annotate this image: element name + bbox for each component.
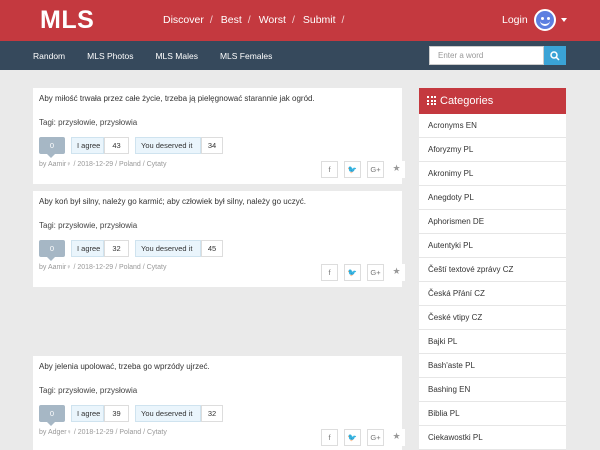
search-button[interactable] <box>544 46 566 65</box>
deserved-count: 34 <box>201 137 223 154</box>
nav-item: Best / <box>221 14 259 26</box>
quote-card: Aby jelenia upolować, trzeba go wprzódy … <box>33 356 405 450</box>
country-link[interactable]: Poland <box>119 264 141 271</box>
login-link[interactable]: Login <box>502 14 528 26</box>
top-header: MLS Discover / Best / Worst / Submit / L… <box>0 0 600 41</box>
nav-worst-link[interactable]: Worst <box>259 14 286 26</box>
category-item[interactable]: Čeští textové zprávy CZ <box>419 258 566 282</box>
nav-item: Worst / <box>259 14 303 26</box>
favorite-star-icon[interactable]: ★ <box>388 161 405 178</box>
main-nav: Discover / Best / Worst / Submit / <box>163 14 352 26</box>
nav-separator: / <box>341 14 345 26</box>
categories-title: Categories <box>440 95 494 107</box>
category-item[interactable]: Ciekawostki PL <box>419 426 566 450</box>
author-link[interactable]: by Aamir <box>39 264 66 271</box>
agree-button[interactable]: I agree <box>71 240 104 257</box>
gender-icon: ♀ <box>66 429 74 436</box>
search-input[interactable] <box>429 46 544 65</box>
nav-separator: / <box>247 14 251 26</box>
vote-count-badge[interactable]: 0 <box>39 405 65 422</box>
nav-separator: / <box>291 14 295 26</box>
twitter-share-icon[interactable]: 🐦 <box>344 264 361 281</box>
vote-count-badge[interactable]: 0 <box>39 137 65 154</box>
category-item[interactable]: Acronyms EN <box>419 114 566 138</box>
vote-count-badge[interactable]: 0 <box>39 240 65 257</box>
facebook-share-icon[interactable]: f <box>321 429 338 446</box>
agree-count: 39 <box>104 405 129 422</box>
nav-best-link[interactable]: Best <box>221 14 242 26</box>
agree-count: 43 <box>104 137 129 154</box>
agree-count: 32 <box>104 240 129 257</box>
grid-icon <box>427 96 436 105</box>
subnav-females-link[interactable]: MLS Females <box>220 51 272 61</box>
quote-text: Aby jelenia upolować, trzeba go wprzódy … <box>39 362 210 371</box>
quote-meta: by Aamir♀ / 2018-12-29 / Poland / Cytaty <box>39 264 166 271</box>
googleplus-share-icon[interactable]: G+ <box>367 429 384 446</box>
twitter-share-icon[interactable]: 🐦 <box>344 161 361 178</box>
deserved-button[interactable]: You deserved it <box>135 240 201 257</box>
author-link[interactable]: by Adger <box>39 429 67 436</box>
post-date: / 2018-12-29 / <box>73 264 118 271</box>
nav-item: Submit / <box>303 14 353 26</box>
author-link[interactable]: by Aamir <box>39 161 66 168</box>
subnav-random-link[interactable]: Random <box>33 51 65 61</box>
quote-tags[interactable]: Tagi: przysłowie, przysłowia <box>39 221 137 230</box>
quote-tags[interactable]: Tagi: przysłowie, przysłowia <box>39 118 137 127</box>
favorite-star-icon[interactable]: ★ <box>388 264 405 281</box>
subnav-males-link[interactable]: MLS Males <box>155 51 198 61</box>
category-item[interactable]: Bajki PL <box>419 330 566 354</box>
quote-tags[interactable]: Tagi: przysłowie, przysłowia <box>39 386 137 395</box>
quote-text: Aby koń był silny, należy go karmić; aby… <box>39 197 306 206</box>
vote-badge-tail <box>47 154 55 158</box>
agree-button[interactable]: I agree <box>71 137 104 154</box>
categories-header: Categories <box>419 88 566 114</box>
agree-button[interactable]: I agree <box>71 405 104 422</box>
favorite-star-icon[interactable]: ★ <box>388 429 405 446</box>
category-item[interactable]: Aphorismen DE <box>419 210 566 234</box>
category-item[interactable]: Česká Přání CZ <box>419 282 566 306</box>
country-link[interactable]: Poland <box>119 429 141 436</box>
googleplus-share-icon[interactable]: G+ <box>367 161 384 178</box>
quote-meta: by Aamir♀ / 2018-12-29 / Poland / Cytaty <box>39 161 166 168</box>
category-item[interactable]: Biblia PL <box>419 402 566 426</box>
category-link[interactable]: / Cytaty <box>143 264 167 271</box>
facebook-share-icon[interactable]: f <box>321 264 338 281</box>
post-date: / 2018-12-29 / <box>73 161 118 168</box>
category-link[interactable]: / Cytaty <box>143 161 167 168</box>
vote-badge-tail <box>47 422 55 426</box>
smiley-avatar-icon[interactable] <box>534 9 556 31</box>
category-item[interactable]: Anegdoty PL <box>419 186 566 210</box>
deserved-button[interactable]: You deserved it <box>135 137 201 154</box>
category-item[interactable]: Aforyzmy PL <box>419 138 566 162</box>
category-item[interactable]: Bashing EN <box>419 378 566 402</box>
category-link[interactable]: / Cytaty <box>143 429 167 436</box>
quote-card: Aby koń był silny, należy go karmić; aby… <box>33 191 405 287</box>
category-item[interactable]: Bash'aste PL <box>419 354 566 378</box>
vote-badge-tail <box>47 257 55 261</box>
quote-text: Aby miłość trwała przez całe życie, trze… <box>39 94 315 103</box>
deserved-button[interactable]: You deserved it <box>135 405 201 422</box>
chevron-down-icon[interactable] <box>561 18 567 22</box>
twitter-share-icon[interactable]: 🐦 <box>344 429 361 446</box>
category-item[interactable]: Autentyki PL <box>419 234 566 258</box>
nav-item: Discover / <box>163 14 221 26</box>
deserved-count: 45 <box>201 240 223 257</box>
quote-meta: by Adger♀ / 2018-12-29 / Poland / Cytaty <box>39 429 167 436</box>
deserved-count: 32 <box>201 405 223 422</box>
category-item[interactable]: České vtipy CZ <box>419 306 566 330</box>
quote-card: Aby miłość trwała przez całe życie, trze… <box>33 88 405 184</box>
categories-list: Acronyms EN Aforyzmy PL Akronimy PL Aneg… <box>419 114 566 450</box>
googleplus-share-icon[interactable]: G+ <box>367 264 384 281</box>
secondary-nav: Random MLS Photos MLS Males MLS Females <box>33 51 294 61</box>
post-date: / 2018-12-29 / <box>73 429 118 436</box>
facebook-share-icon[interactable]: f <box>321 161 338 178</box>
nav-discover-link[interactable]: Discover <box>163 14 204 26</box>
country-link[interactable]: Poland <box>119 161 141 168</box>
search-icon <box>550 51 560 61</box>
nav-submit-link[interactable]: Submit <box>303 14 336 26</box>
category-item[interactable]: Akronimy PL <box>419 162 566 186</box>
subnav-photos-link[interactable]: MLS Photos <box>87 51 133 61</box>
nav-separator: / <box>209 14 213 26</box>
site-logo[interactable]: MLS <box>40 6 94 35</box>
